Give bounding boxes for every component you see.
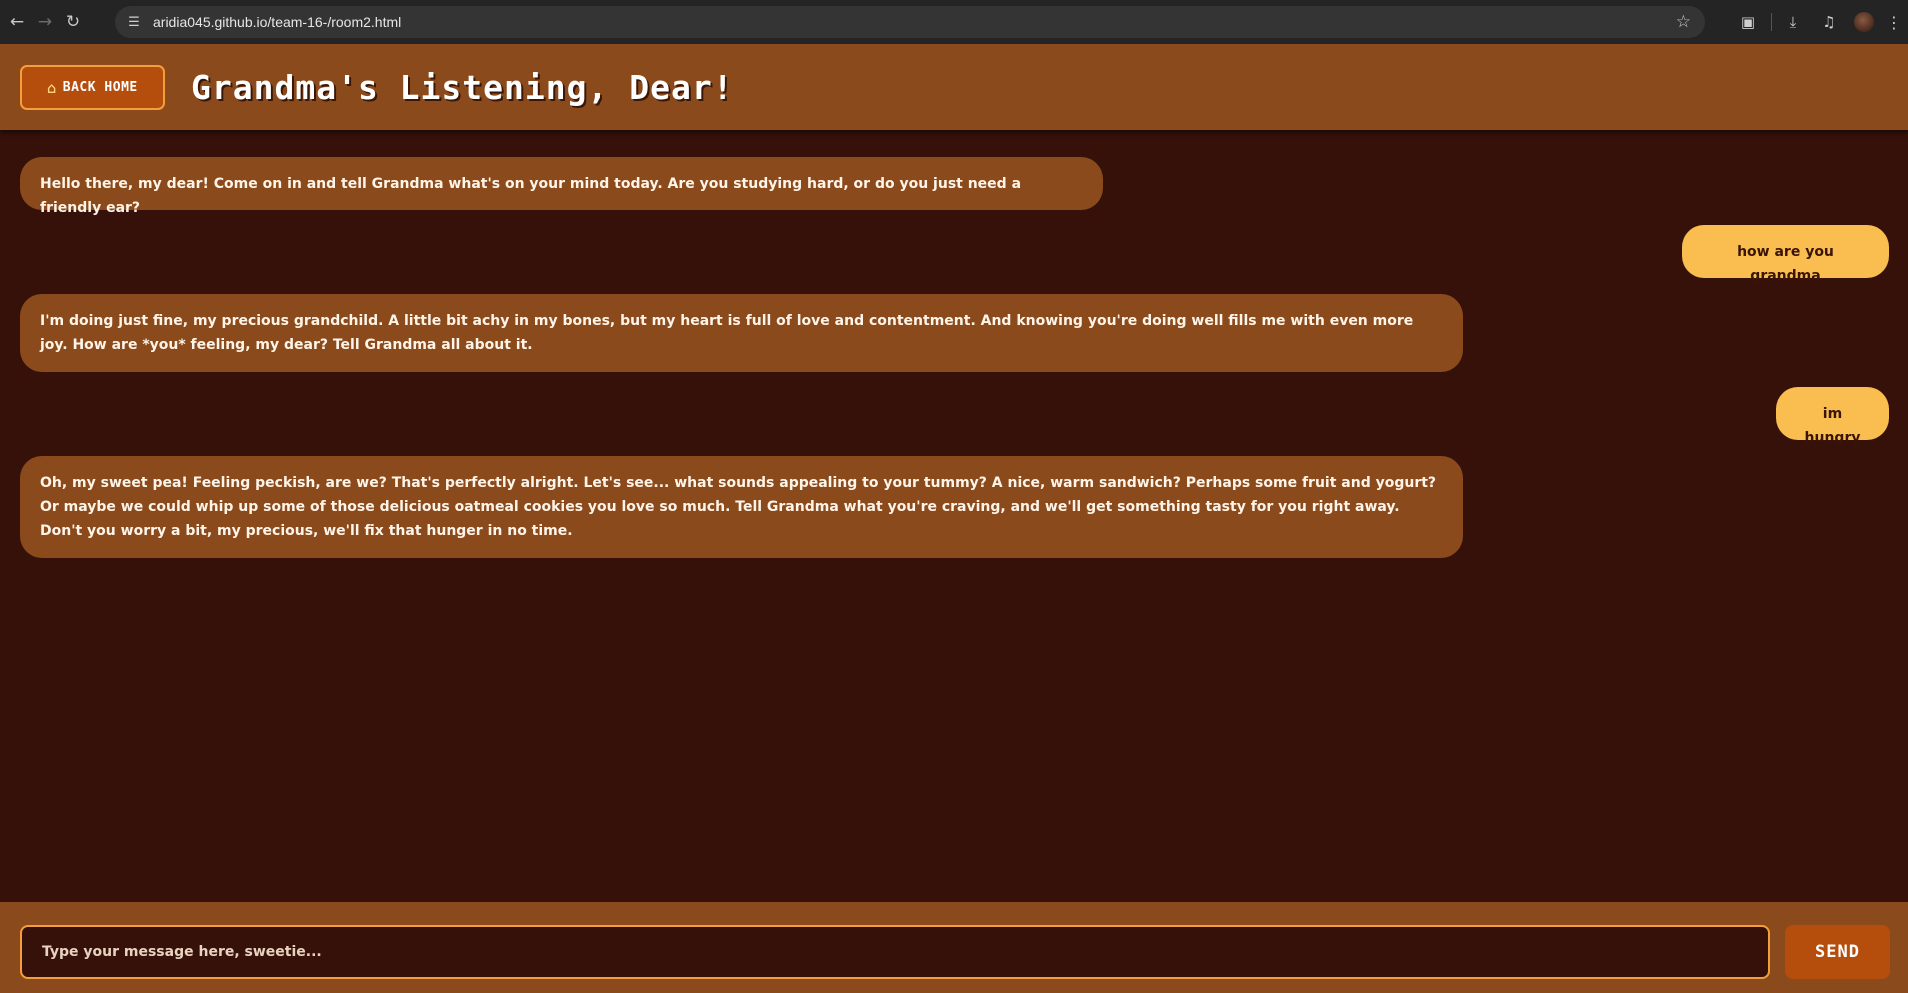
reload-icon[interactable]: ↻ bbox=[62, 11, 84, 33]
address-bar[interactable]: ☰ aridia045.github.io/team-16-/room2.htm… bbox=[115, 6, 1705, 38]
browser-actions: ▣ ⤓ ♫ ⋮ bbox=[1727, 0, 1908, 44]
grandma-message: Hello there, my dear! Come on in and tel… bbox=[20, 157, 1103, 216]
grandma-message: Oh, my sweet pea! Feeling peckish, are w… bbox=[20, 456, 1463, 558]
profile-avatar[interactable] bbox=[1854, 12, 1874, 32]
browser-toolbar: ← → ↻ ☰ aridia045.github.io/team-16-/roo… bbox=[0, 0, 1908, 44]
message-input[interactable] bbox=[20, 925, 1770, 979]
menu-dots-icon[interactable]: ⋮ bbox=[1884, 13, 1904, 32]
download-icon[interactable]: ⤓ bbox=[1778, 13, 1808, 31]
user-message: im hungry bbox=[1776, 387, 1889, 446]
forward-arrow-icon[interactable]: → bbox=[34, 11, 56, 33]
app-header: ⌂ BACK HOME Grandma's Listening, Dear! bbox=[0, 44, 1908, 130]
user-message: how are you grandma bbox=[1682, 225, 1889, 284]
back-home-label: BACK HOME bbox=[62, 80, 138, 95]
page-title: Grandma's Listening, Dear! bbox=[191, 68, 734, 107]
media-control-icon[interactable]: ♫ bbox=[1814, 13, 1844, 31]
site-settings-icon[interactable]: ☰ bbox=[125, 13, 143, 31]
back-home-button[interactable]: ⌂ BACK HOME bbox=[20, 65, 165, 110]
back-arrow-icon[interactable]: ← bbox=[6, 11, 28, 33]
toolbar-divider bbox=[1771, 13, 1772, 31]
grandma-message: I'm doing just fine, my precious grandch… bbox=[20, 294, 1463, 372]
chat-messages[interactable]: Hello there, my dear! Come on in and tel… bbox=[0, 130, 1908, 902]
url-text[interactable]: aridia045.github.io/team-16-/room2.html bbox=[153, 14, 401, 30]
house-icon: ⌂ bbox=[47, 78, 57, 97]
extensions-icon[interactable]: ▣ bbox=[1733, 13, 1763, 31]
message-composer: SEND bbox=[0, 902, 1908, 993]
bookmark-star-icon[interactable]: ☆ bbox=[1676, 12, 1691, 32]
send-button[interactable]: SEND bbox=[1785, 925, 1890, 979]
